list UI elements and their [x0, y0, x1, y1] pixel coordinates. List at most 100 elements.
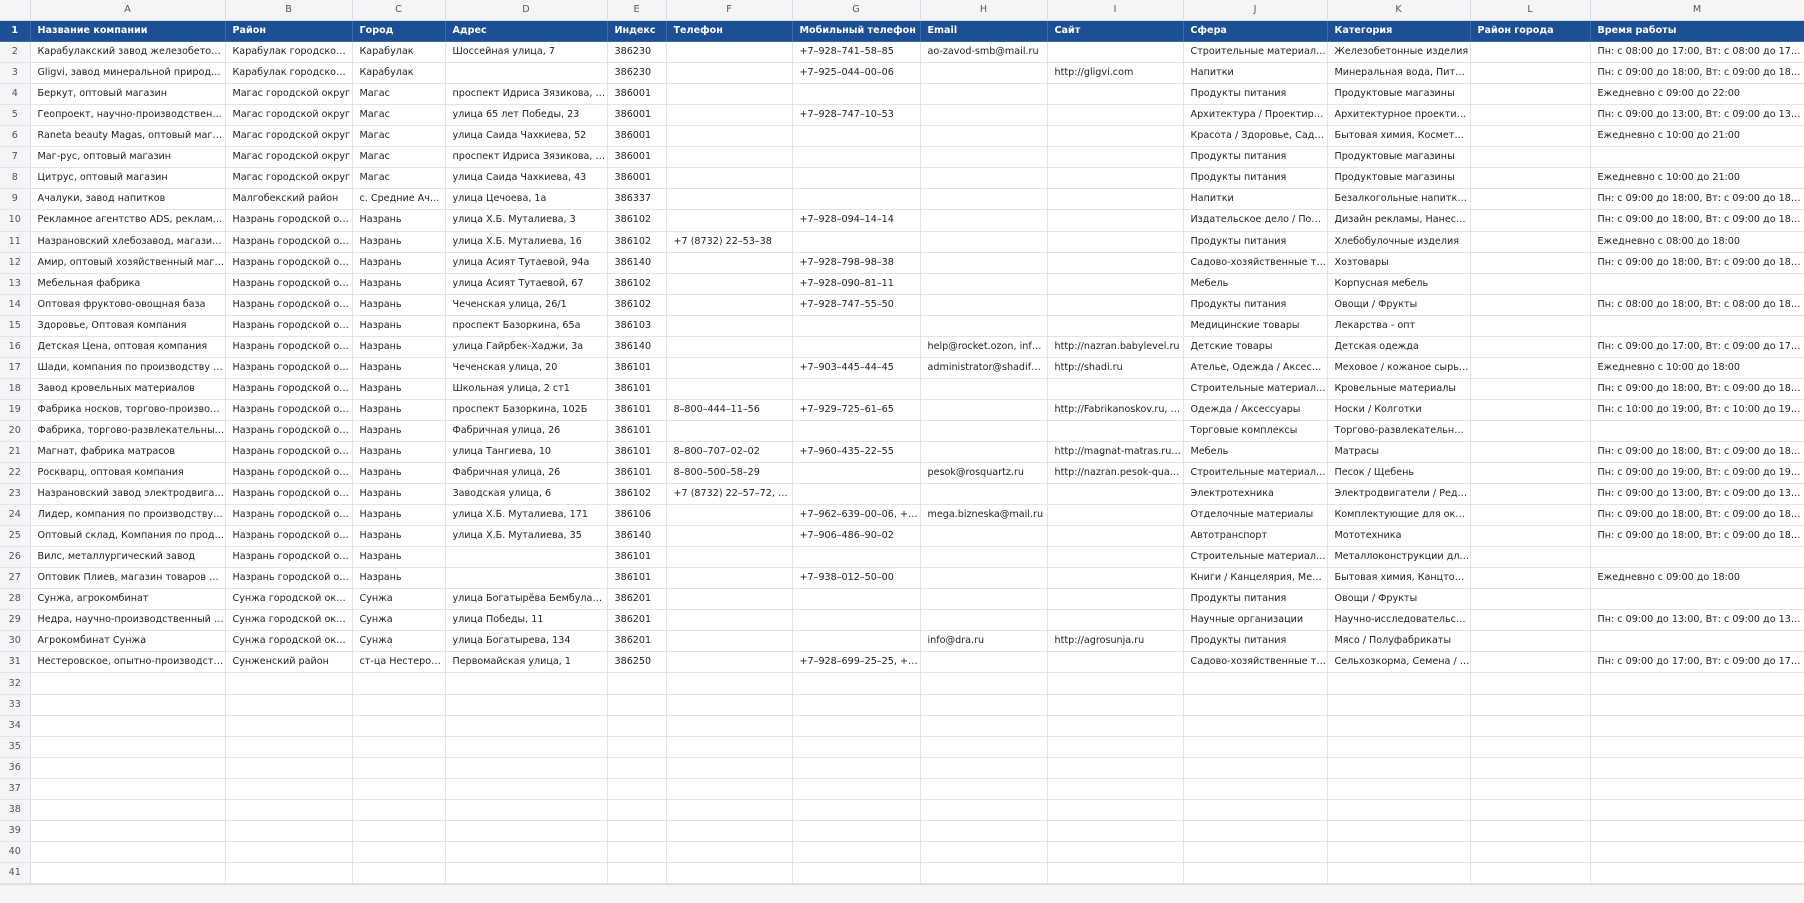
cell[interactable]: [920, 62, 1048, 85]
cell[interactable]: [920, 736, 1048, 758]
cell[interactable]: проспект Идриса Зязикова, 52а: [445, 83, 608, 106]
cell[interactable]: Ежедневно с 10:00 до 18:00: [1590, 357, 1804, 379]
cell[interactable]: Недра, научно-производственный це…: [30, 609, 226, 632]
column-letter[interactable]: A: [30, 0, 226, 22]
cell[interactable]: Строительные материалы …: [1183, 378, 1328, 400]
cell[interactable]: [1590, 420, 1804, 442]
row-number[interactable]: 14: [0, 294, 31, 316]
cell[interactable]: +7–928–747–10–53: [792, 104, 921, 127]
cell[interactable]: 386201: [607, 630, 667, 653]
cell[interactable]: Шоссейная улица, 7: [445, 41, 608, 64]
column-letter[interactable]: K: [1327, 0, 1471, 22]
cell[interactable]: +7 (8732) 22–57–72, +7…: [666, 483, 793, 506]
cell[interactable]: [920, 399, 1048, 421]
cell[interactable]: [607, 757, 667, 779]
cell[interactable]: Назрань городской ок…: [225, 441, 353, 464]
cell[interactable]: Шади, компания по производству из…: [30, 357, 226, 379]
cell[interactable]: Назрань городской ок…: [225, 336, 353, 358]
cell[interactable]: administrator@shadifa…: [920, 357, 1048, 379]
cell[interactable]: [352, 841, 446, 863]
cell[interactable]: [1590, 862, 1804, 885]
cell[interactable]: Назрань городской ок…: [225, 567, 353, 590]
cell[interactable]: [792, 420, 921, 442]
cell[interactable]: Садово-хозяйственные то…: [1183, 651, 1328, 674]
cell[interactable]: 386101: [607, 546, 667, 569]
cell[interactable]: ст-ца Нестеров…: [352, 651, 446, 674]
cell[interactable]: Пн: с 09:00 до 18:00, Вт: с 09:00 до 18:…: [1590, 378, 1804, 400]
cell[interactable]: [920, 841, 1048, 863]
cell[interactable]: 386001: [607, 167, 667, 190]
cell[interactable]: Магас городской округ: [225, 83, 353, 106]
cell[interactable]: [225, 694, 353, 716]
cell[interactable]: улица Х.Б. Муталиева, 16: [445, 231, 608, 253]
cell[interactable]: [1183, 862, 1328, 885]
cell[interactable]: [1590, 778, 1804, 800]
cell[interactable]: [666, 252, 793, 274]
cell[interactable]: улица 65 лет Победы, 23: [445, 104, 608, 127]
cell[interactable]: [666, 167, 793, 190]
cell[interactable]: Кровельные материалы: [1327, 378, 1471, 400]
cell[interactable]: Назрановский хлебозавод, магазин х…: [30, 231, 226, 253]
cell[interactable]: Магас: [352, 125, 446, 148]
cell[interactable]: http://Fabrikanoskov.ru, h…: [1047, 399, 1184, 421]
cell[interactable]: [1327, 757, 1471, 779]
cell[interactable]: [445, 862, 608, 885]
cell[interactable]: Карабулак: [352, 62, 446, 85]
cell[interactable]: Фабричная улица, 26: [445, 462, 608, 485]
cell[interactable]: Магас: [352, 104, 446, 127]
cell[interactable]: [666, 273, 793, 295]
cell[interactable]: Пн: с 10:00 до 19:00, Вт: с 10:00 до 19:…: [1590, 399, 1804, 421]
cell[interactable]: Строительные материалы …: [1183, 41, 1328, 64]
cell[interactable]: [792, 736, 921, 758]
cell[interactable]: [1470, 525, 1591, 548]
cell[interactable]: 8–800–444–11–56: [666, 399, 793, 421]
header-cell[interactable]: Адрес: [445, 20, 608, 43]
cell[interactable]: с. Средние Ача…: [352, 188, 446, 211]
cell[interactable]: 386103: [607, 315, 667, 337]
cell[interactable]: [225, 778, 353, 800]
cell[interactable]: [1327, 694, 1471, 716]
cell[interactable]: 386106: [607, 504, 667, 527]
header-cell[interactable]: Мобильный телефон: [792, 20, 921, 43]
cell[interactable]: [792, 609, 921, 632]
cell[interactable]: [1590, 736, 1804, 758]
cell[interactable]: [1183, 672, 1328, 695]
cell[interactable]: [1183, 736, 1328, 758]
cell[interactable]: Детские товары: [1183, 336, 1328, 358]
cell[interactable]: Безалкогольные напитки, …: [1327, 188, 1471, 211]
row-number[interactable]: 15: [0, 315, 31, 337]
cell[interactable]: Металлоконструкции для …: [1327, 546, 1471, 569]
header-row[interactable]: 1 Название компании Район Город Адрес Индекс…: [0, 20, 1804, 43]
cell[interactable]: [1470, 462, 1591, 485]
row-number[interactable]: 28: [0, 588, 31, 611]
row-number[interactable]: 6: [0, 125, 31, 148]
table-row[interactable]: 8 Цитрус, оптовый магазин Магас городской …: [0, 167, 1804, 190]
column-letter[interactable]: I: [1047, 0, 1184, 22]
table-row[interactable]: 29 Недра, научно-производственный це… Сунж…: [0, 609, 1804, 632]
cell[interactable]: Магас городской округ: [225, 104, 353, 127]
cell[interactable]: [920, 757, 1048, 779]
table-row[interactable]: 25 Оптовый склад, Компания по продаж… Назр…: [0, 525, 1804, 548]
column-letter[interactable]: B: [225, 0, 353, 22]
cell[interactable]: [1470, 188, 1591, 211]
cell[interactable]: [1590, 757, 1804, 779]
cell[interactable]: Чеченская улица, 20: [445, 357, 608, 379]
column-letter[interactable]: J: [1183, 0, 1328, 22]
cell[interactable]: Пн: с 09:00 до 13:00, Вт: с 09:00 до 13:…: [1590, 483, 1804, 506]
cell[interactable]: [1470, 62, 1591, 85]
cell[interactable]: Электродвигатели / Редукт…: [1327, 483, 1471, 506]
table-row[interactable]: 4 Беркут, оптовый магазин Магас городской …: [0, 83, 1804, 106]
cell[interactable]: [1470, 420, 1591, 442]
cell[interactable]: Сунжа городской округ: [225, 630, 353, 653]
cell[interactable]: +7–960–435–22–55: [792, 441, 921, 464]
cell[interactable]: [445, 799, 608, 821]
cell[interactable]: [1470, 252, 1591, 274]
cell[interactable]: [920, 778, 1048, 800]
row-number[interactable]: 33: [0, 694, 31, 716]
cell[interactable]: [1047, 841, 1184, 863]
cell[interactable]: [1047, 588, 1184, 611]
cell[interactable]: [1590, 841, 1804, 863]
cell[interactable]: [352, 799, 446, 821]
cell[interactable]: Амир, оптовый хозяйственный магазин: [30, 252, 226, 274]
empty-row[interactable]: 35: [0, 736, 1804, 758]
